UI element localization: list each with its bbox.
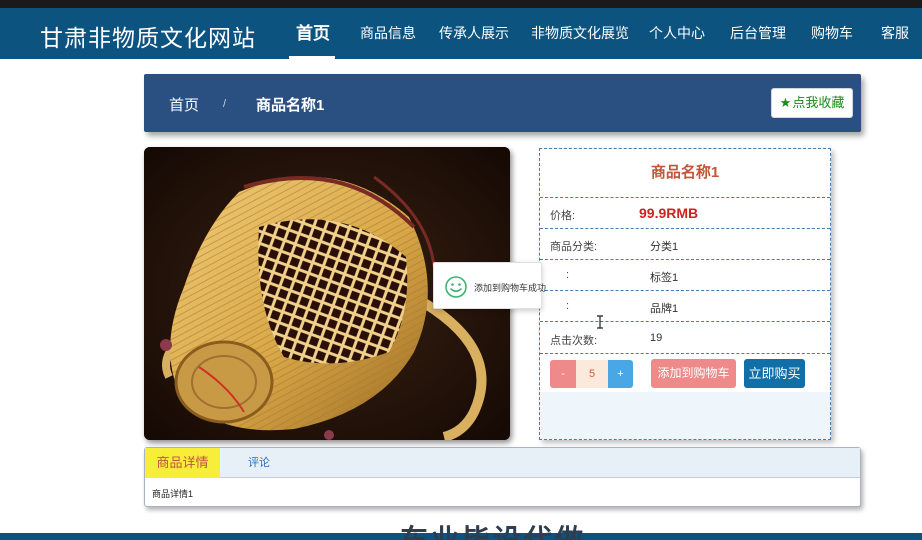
product-info-panel: 商品名称1 价格: 99.9RMB 商品分类: 分类1 : 标签1 : 品牌1 …	[539, 148, 831, 440]
add-to-cart-button[interactable]: 添加到购物车	[651, 359, 736, 388]
clicks-value: 19	[650, 332, 663, 344]
tab-strip: 商品详情 评论	[145, 448, 860, 478]
price-value: 99.9RMB	[639, 205, 699, 221]
clicks-label: 点击次数:	[550, 335, 598, 347]
buy-now-button[interactable]: 立即购买	[744, 359, 805, 388]
breadcrumb-home-link[interactable]: 首页	[169, 94, 199, 115]
breadcrumb-separator: /	[223, 98, 227, 110]
nav-item-user-center[interactable]: 个人中心	[649, 8, 705, 59]
product-name: 商品名称1	[540, 149, 830, 197]
favorite-button[interactable]: ★点我收藏	[771, 88, 853, 118]
breadcrumb-current: 商品名称1	[256, 97, 325, 114]
watermark-overlay-text: 车业毕设代做	[400, 524, 587, 540]
favorite-button-label: 点我收藏	[792, 95, 845, 110]
nav-item-admin[interactable]: 后台管理	[730, 8, 786, 59]
price-row: 价格: 99.9RMB	[540, 197, 830, 228]
tag-row: : 标签1	[540, 259, 830, 290]
brand-label: :	[566, 300, 570, 312]
price-label: 价格:	[550, 210, 576, 222]
brand-row: : 品牌1	[540, 290, 830, 321]
text-cursor-icon	[597, 315, 603, 329]
category-value: 分类1	[650, 241, 679, 253]
quantity-increment-button[interactable]: +	[608, 360, 633, 388]
quantity-input[interactable]	[576, 360, 608, 388]
purchase-row: - + 添加到购物车 立即购买	[540, 353, 830, 392]
category-row: 商品分类: 分类1	[540, 228, 830, 259]
window-top-strip	[0, 0, 922, 8]
quantity-decrement-button[interactable]: -	[550, 360, 576, 388]
main-nav: 首页 商品信息 传承人展示 非物质文化展览 个人中心 后台管理 购物车 客服	[0, 8, 922, 59]
tag-value: 标签1	[650, 272, 679, 284]
tab-product-details[interactable]: 商品详情	[145, 448, 220, 478]
toast-message: 添加到购物车成功	[474, 283, 547, 293]
smile-icon	[445, 276, 467, 298]
tab-comments[interactable]: 评论	[248, 448, 270, 478]
tag-label: :	[566, 269, 570, 281]
clicks-row: 点击次数: 19	[540, 321, 830, 353]
category-label: 商品分类:	[550, 241, 598, 253]
nav-item-cart[interactable]: 购物车	[811, 8, 853, 59]
product-detail-tabs: 商品详情 评论 商品详情1	[144, 447, 861, 507]
nav-active-indicator	[289, 56, 335, 59]
breadcrumb: 首页 / 商品名称1 ★点我收藏	[144, 74, 861, 132]
nav-item-support[interactable]: 客服	[881, 8, 909, 59]
nav-item-exhibitions[interactable]: 非物质文化展览	[531, 8, 629, 59]
nav-item-inheritors[interactable]: 传承人展示	[439, 8, 509, 59]
top-navbar: 甘肃非物质文化网站 首页 商品信息 传承人展示 非物质文化展览 个人中心 后台管…	[0, 8, 922, 59]
nav-item-products[interactable]: 商品信息	[360, 8, 416, 59]
product-detail-text: 商品详情1	[152, 489, 194, 499]
nav-item-home[interactable]: 首页	[296, 8, 330, 59]
brand-value: 品牌1	[650, 303, 679, 315]
star-icon: ★	[779, 95, 792, 110]
toast-notification: 添加到购物车成功	[433, 262, 546, 309]
